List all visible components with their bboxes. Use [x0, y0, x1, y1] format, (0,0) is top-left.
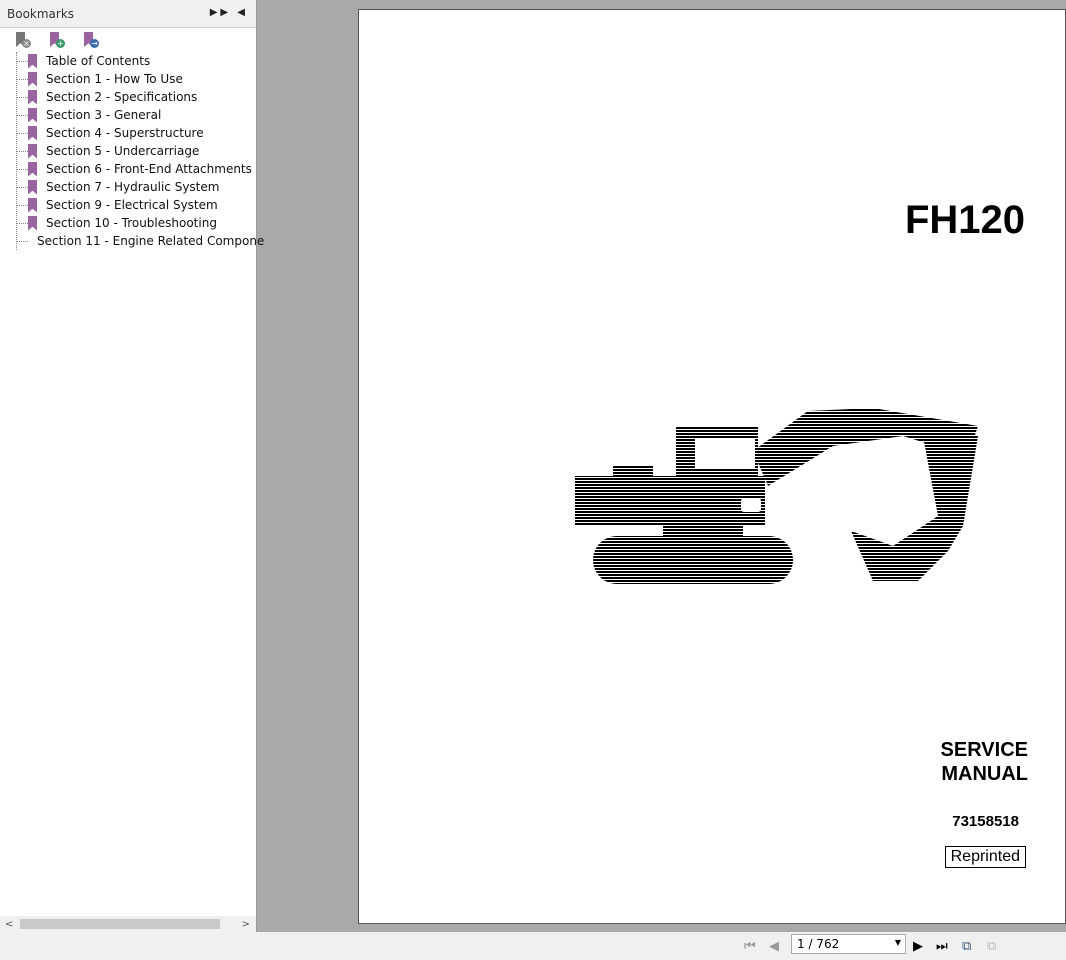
bookmark-label: Section 3 - General [46, 108, 162, 122]
bookmark-label: Section 7 - Hydraulic System [46, 180, 220, 194]
reprinted-label: Reprinted [944, 846, 1026, 868]
bookmark-label: Section 5 - Undercarriage [46, 144, 200, 158]
bookmark-item[interactable]: Section 7 - Hydraulic System [17, 178, 256, 196]
bookmark-item[interactable]: Section 11 - Engine Related Compone [17, 232, 264, 250]
first-page-icon[interactable]: ⏮ [744, 939, 756, 954]
bookmark-label: Section 10 - Troubleshooting [46, 216, 217, 230]
bookmark-item[interactable]: Section 9 - Electrical System [17, 196, 256, 214]
bookmark-label: Section 1 - How To Use [46, 72, 183, 86]
bookmark-icon [28, 71, 37, 87]
bookmark-icon [28, 143, 37, 159]
horizontal-scrollbar[interactable]: < > [0, 916, 256, 932]
last-page-icon[interactable]: ⏭ [936, 939, 948, 954]
bookmark-item[interactable]: Section 1 - How To Use [17, 70, 256, 88]
bookmark-icon [28, 53, 37, 69]
bookmark-label: Section 9 - Electrical System [46, 198, 218, 212]
model-title: FH120 [904, 198, 1025, 242]
scroll-thumb[interactable] [20, 919, 220, 929]
bookmark-item[interactable]: Table of Contents [17, 52, 256, 70]
go-to-bookmark-icon[interactable]: → [83, 32, 99, 48]
bookmark-icon [28, 89, 37, 105]
previous-view-icon[interactable]: ⧉ [962, 939, 971, 954]
scroll-left-icon[interactable]: < [5, 919, 13, 930]
page-indicator: 1 / 762 [797, 937, 840, 951]
bookmark-icon [28, 125, 37, 141]
expand-icon[interactable]: ▶▶ [210, 7, 231, 18]
bookmark-toolbar: × + → [0, 28, 256, 52]
bookmark-item[interactable]: Section 10 - Troubleshooting [17, 214, 256, 232]
scroll-right-icon[interactable]: > [242, 919, 250, 930]
delete-bookmark-icon[interactable]: × [15, 32, 31, 48]
navigation-bar: ⏮ ◀ ▶ ⏭ ⧉ ⧉ [0, 932, 1066, 960]
bookmark-icon [28, 161, 37, 177]
part-number: 73158518 [952, 813, 1019, 830]
next-view-icon[interactable]: ⧉ [987, 939, 996, 954]
bookmark-icon [28, 107, 37, 123]
bookmark-label: Section 4 - Superstructure [46, 126, 204, 140]
previous-page-icon[interactable]: ◀ [769, 939, 779, 954]
collapse-panel-icon[interactable]: ◀ [237, 7, 248, 18]
bookmarks-panel: Bookmarks ▶▶ ◀ × + → Table of Contents Se… [0, 0, 264, 932]
bookmark-label: Table of Contents [46, 54, 151, 68]
bookmark-item[interactable]: Section 3 - General [17, 106, 256, 124]
bookmark-item[interactable]: Section 4 - Superstructure [17, 124, 256, 142]
title-line-1: SERVICE [940, 739, 1028, 761]
bookmark-tree: Table of Contents Section 1 - How To Use S… [16, 52, 264, 250]
bookmark-icon [28, 215, 37, 231]
bookmark-icon [28, 179, 37, 195]
title-line-2: MANUAL [941, 763, 1028, 785]
add-bookmark-icon[interactable]: + [49, 32, 65, 48]
panel-title: Bookmarks [7, 6, 75, 21]
page-number-input[interactable]: 1 / 762 ▼ [791, 934, 906, 954]
chevron-down-icon[interactable]: ▼ [895, 938, 901, 947]
bookmark-icon [28, 197, 37, 213]
bookmark-item[interactable]: Section 2 - Specifications [17, 88, 256, 106]
document-page: FH120 SERVICE MANUAL 73158518 Reprinted [358, 9, 1066, 924]
bookmark-item[interactable]: Section 6 - Front-End Attachments [17, 160, 256, 178]
bookmark-label: Section 2 - Specifications [46, 90, 198, 104]
next-page-icon[interactable]: ▶ [913, 939, 923, 954]
bookmark-label: Section 11 - Engine Related Compone [37, 234, 265, 248]
bookmark-label: Section 6 - Front-End Attachments [46, 162, 252, 176]
excavator-illustration [575, 408, 978, 584]
bookmark-item[interactable]: Section 5 - Undercarriage [17, 142, 256, 160]
panel-header: Bookmarks ▶▶ ◀ [0, 0, 256, 28]
